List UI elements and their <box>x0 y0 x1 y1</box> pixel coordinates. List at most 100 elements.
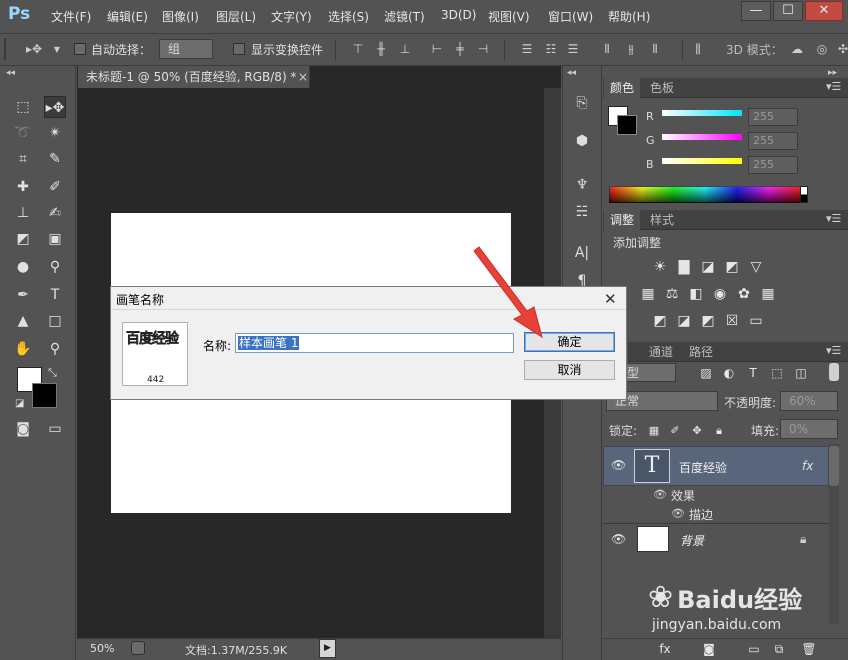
magic-wand-tool-icon[interactable]: ✴ <box>44 122 66 144</box>
distribute-vcenter-icon[interactable]: ☷ <box>544 42 558 56</box>
invert-icon[interactable]: ◩ <box>651 312 669 330</box>
channel-mixer-icon[interactable]: ✿ <box>735 285 753 303</box>
gradient-tool-icon[interactable]: ▣ <box>44 228 66 250</box>
fill-field[interactable]: 0% <box>780 419 838 439</box>
levels-icon[interactable]: ▇ <box>675 258 693 276</box>
filter-pixel-icon[interactable]: ▨ <box>697 364 715 382</box>
blue-slider[interactable] <box>662 158 742 164</box>
layers-scrollbar-thumb[interactable] <box>829 446 839 486</box>
filter-toggle[interactable] <box>829 363 839 381</box>
selective-color-icon[interactable]: ▭ <box>747 312 765 330</box>
brush-presets-icon[interactable]: ☵ <box>569 199 595 225</box>
brightness-icon[interactable]: ☀ <box>651 258 669 276</box>
history-panel-icon[interactable]: ⎘ <box>569 90 595 116</box>
threshold-icon[interactable]: ◩ <box>699 312 717 330</box>
layers-panel-menu-icon[interactable]: ▾☰ <box>826 344 841 357</box>
color-balance-icon[interactable]: ⚖ <box>663 285 681 303</box>
tab-styles[interactable]: 样式 <box>644 210 680 230</box>
zoom-level[interactable]: 50% <box>90 642 114 655</box>
layer-fx-badge[interactable]: fx <box>802 459 813 473</box>
green-slider[interactable] <box>662 134 742 140</box>
red-value[interactable]: 255 <box>748 108 798 126</box>
menu-edit[interactable]: 编辑(E) <box>107 8 148 25</box>
character-panel-icon[interactable]: A| <box>569 240 595 266</box>
rectangle-tool-icon[interactable]: □ <box>44 310 66 332</box>
collapse-panels-icon[interactable]: ▸▸ <box>828 68 837 78</box>
menu-window[interactable]: 窗口(W) <box>548 8 593 25</box>
menu-type[interactable]: 文字(Y) <box>271 8 312 25</box>
lock-pixels-icon[interactable]: ✐ <box>666 422 684 440</box>
3d-panel-icon[interactable]: ⬢ <box>569 128 595 154</box>
marquee-tool-icon[interactable]: ⬚ <box>12 96 34 118</box>
menu-file[interactable]: 文件(F) <box>51 8 91 25</box>
filter-type-icon[interactable]: T <box>744 364 762 382</box>
minimize-button[interactable]: — <box>741 1 771 21</box>
hand-tool-icon[interactable]: ✋ <box>12 338 34 360</box>
filter-adjustment-icon[interactable]: ◐ <box>720 364 738 382</box>
color-panel-menu-icon[interactable]: ▾☰ <box>826 80 841 93</box>
color-lookup-icon[interactable]: ▦ <box>759 285 777 303</box>
black-white-icon[interactable]: ◧ <box>687 285 705 303</box>
new-group-icon[interactable]: ▭ <box>745 640 763 658</box>
3d-orbit-icon[interactable]: ☁ <box>790 42 804 56</box>
menu-view[interactable]: 视图(V) <box>488 8 530 25</box>
new-layer-icon[interactable]: ⧉ <box>770 640 788 658</box>
tab-adjustments[interactable]: 调整 <box>604 210 641 230</box>
background-layer-thumbnail[interactable] <box>637 526 669 552</box>
exposure-icon[interactable]: ◩ <box>723 258 741 276</box>
adjust-panel-menu-icon[interactable]: ▾☰ <box>826 212 841 225</box>
zoom-tool-icon[interactable]: ⚲ <box>44 338 66 360</box>
auto-select-dropdown[interactable]: 组 <box>159 39 213 59</box>
move-tool-icon[interactable]: ▸✥ <box>26 42 42 56</box>
status-arrow-icon[interactable]: ▶ <box>319 639 336 658</box>
align-right-icon[interactable]: ⊣ <box>476 42 490 56</box>
clone-stamp-tool-icon[interactable]: ⊥ <box>12 202 34 224</box>
distribute-bottom-icon[interactable]: ☰ <box>566 42 580 56</box>
align-top-icon[interactable]: ⊤ <box>351 42 365 56</box>
fx-icon[interactable]: fx <box>656 640 674 658</box>
layer-name-text[interactable]: 百度经验 <box>679 459 727 476</box>
eyedropper-tool-icon[interactable]: ✎ <box>44 148 66 170</box>
tab-color[interactable]: 颜色 <box>604 78 641 98</box>
align-left-icon[interactable]: ⊢ <box>430 42 444 56</box>
align-bottom-icon[interactable]: ⊥ <box>398 42 412 56</box>
visibility-eye-icon[interactable]: 👁︎ <box>611 458 626 472</box>
auto-select-checkbox[interactable] <box>74 43 86 55</box>
menu-select[interactable]: 选择(S) <box>328 8 369 25</box>
eraser-tool-icon[interactable]: ◩ <box>12 228 34 250</box>
dialog-close-icon[interactable]: ✕ <box>604 290 617 308</box>
move-tool-button[interactable]: ▸✥ <box>44 96 66 118</box>
gradient-map-icon[interactable]: ☒ <box>723 312 741 330</box>
background-color-swatch[interactable] <box>32 383 57 408</box>
swap-colors-icon[interactable]: ⤡ <box>48 366 57 380</box>
distribute-right-icon[interactable]: ⫴ <box>648 42 662 56</box>
menu-image[interactable]: 图像(I) <box>162 8 199 25</box>
crop-tool-icon[interactable]: ⌗ <box>12 148 34 170</box>
curves-icon[interactable]: ◪ <box>699 258 717 276</box>
tab-swatches[interactable]: 色板 <box>644 78 680 98</box>
photo-filter-icon[interactable]: ◉ <box>711 285 729 303</box>
text-layer-thumbnail[interactable]: T <box>634 449 670 483</box>
cancel-button[interactable]: 取消 <box>524 360 615 380</box>
distribute-left-icon[interactable]: ⫴ <box>600 42 614 56</box>
lasso-tool-icon[interactable]: ➰ <box>12 122 34 144</box>
posterize-icon[interactable]: ◪ <box>675 312 693 330</box>
dodge-tool-icon[interactable]: ⚲ <box>44 256 66 278</box>
collapse-dock-icon[interactable]: ◂◂ <box>567 68 576 78</box>
delete-layer-icon[interactable]: 🗑︎ <box>800 640 818 658</box>
auto-align-icon[interactable]: ⫼ <box>691 42 705 56</box>
lock-all-icon[interactable]: 🔒︎ <box>710 422 728 440</box>
history-brush-tool-icon[interactable]: ✍ <box>44 202 66 224</box>
healing-brush-tool-icon[interactable]: ✚ <box>12 176 34 198</box>
brush-panel-icon[interactable]: ♆ <box>569 172 595 198</box>
pen-tool-icon[interactable]: ✒ <box>12 284 34 306</box>
chevron-down-icon[interactable]: ▼ <box>50 43 64 57</box>
maximize-button[interactable]: ☐ <box>773 1 803 21</box>
path-selection-tool-icon[interactable]: ▲ <box>12 310 34 332</box>
lock-transparent-icon[interactable]: ▦ <box>645 422 663 440</box>
document-tab-close-icon[interactable]: × <box>298 70 308 84</box>
show-transform-checkbox[interactable] <box>233 43 245 55</box>
stroke-eye-icon[interactable]: 👁︎ <box>671 507 685 520</box>
document-tab[interactable]: 未标题-1 @ 50% (百度经验, RGB/8) * <box>78 66 310 88</box>
collapse-tools-icon[interactable]: ◂◂ <box>6 68 15 78</box>
